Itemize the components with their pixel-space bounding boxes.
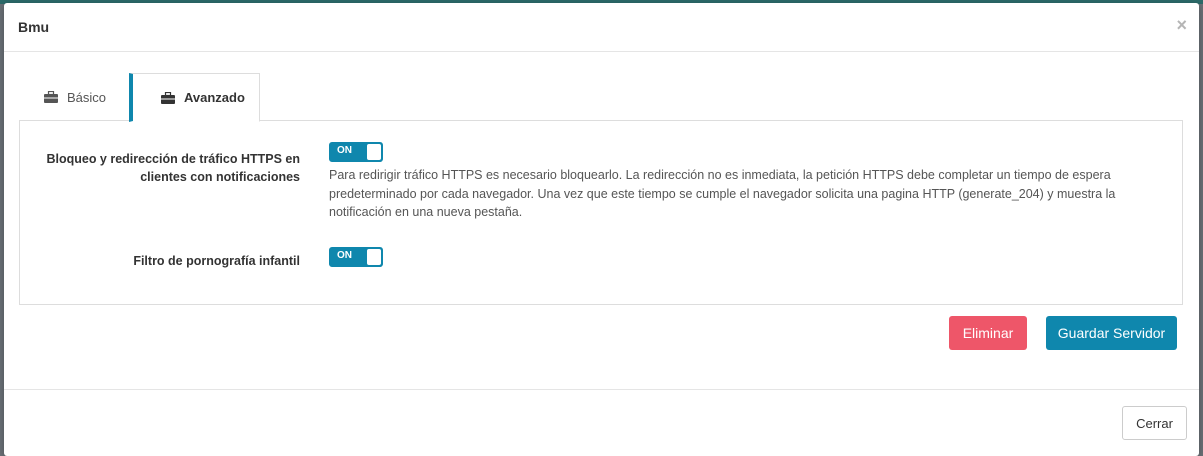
tab-basico-label: Básico [67,89,107,105]
toggle-knob [367,249,381,265]
server-modal: Bmu × Básico Avanzado Bloqueo y redirecc… [4,3,1199,456]
close-icon[interactable]: × [1176,15,1187,35]
tab-avanzado[interactable]: Avanzado [129,73,260,122]
https-block-help: Para redirigir tráfico HTTPS es necesari… [329,168,1116,219]
tab-bar: Básico Avanzado [19,73,1183,122]
tab-avanzado-label: Avanzado [184,90,245,105]
delete-button[interactable]: Eliminar [949,316,1027,350]
close-button[interactable]: Cerrar [1122,406,1187,440]
save-server-button[interactable]: Guardar Servidor [1046,316,1177,350]
tab-basico[interactable]: Básico [19,73,129,121]
https-block-toggle-state: ON [337,145,352,156]
child-filter-toggle-state: ON [337,250,352,261]
modal-header: Bmu × [4,3,1199,52]
child-filter-label: Filtro de pornografía infantil [133,254,300,268]
https-block-label: Bloqueo y redirección de tráfico HTTPS e… [46,152,300,184]
advanced-settings-panel: Bloqueo y redirección de tráfico HTTPS e… [19,120,1183,305]
briefcase-icon [44,90,58,103]
toggle-knob [367,144,381,160]
footer-divider [4,389,1199,390]
modal-title: Bmu [18,19,50,35]
child-filter-toggle[interactable]: ON [329,247,383,267]
https-block-toggle[interactable]: ON [329,142,383,162]
briefcase-icon [161,91,175,104]
